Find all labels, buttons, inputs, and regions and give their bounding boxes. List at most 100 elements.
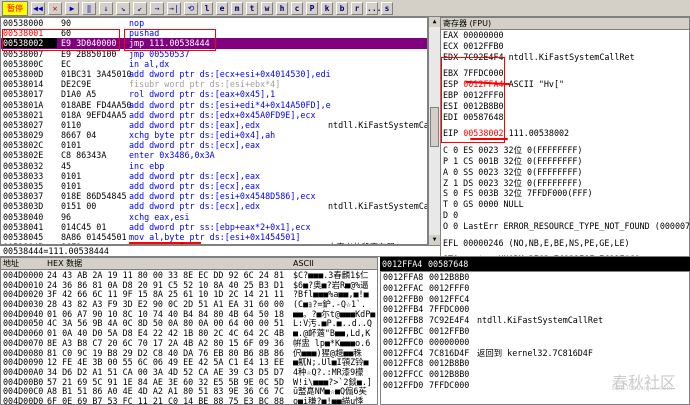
dump-row[interactable]: 004D00D0 6F 0E 69 B7 53 FC 11 21 C0 14 BE…: [1, 396, 377, 404]
stack-row[interactable]: 0012FFA8 0012B8B0: [381, 272, 689, 283]
register-value[interactable]: 00000000: [463, 30, 503, 40]
toolbar-letter-button-7[interactable]: P: [306, 1, 318, 15]
dump-row[interactable]: 004D0050 4C 3A 56 9B 4A 0C 8D 50 0A 80 0A…: [1, 318, 377, 328]
disasm-row[interactable]: 00538037 018E 86D54845 add dword ptr ds:[e…: [1, 191, 427, 201]
dump-row[interactable]: 004D0010 24 36 86 81 0A D8 20 91 C5 52 10…: [1, 280, 377, 290]
disasm-row[interactable]: 0053800D 01BC31 3A45010 add dword ptr ds:[…: [1, 69, 427, 79]
toolbar-letter-button-6[interactable]: c: [291, 1, 303, 15]
flag-segment-row[interactable]: C 0 ES 0023 32位 0(FFFFFFFF): [441, 145, 689, 156]
disasm-row[interactable]: 00538032 45 inc ebp: [1, 161, 427, 171]
hex-dump-pane[interactable]: 地址 HEX 数据 ASCII 004D0000 24 43 AB 2A 19 1…: [0, 257, 378, 405]
stack-row[interactable]: 0012FFB0 0012FFC4: [381, 294, 689, 305]
disasm-row[interactable]: 0053803D 0151 00 add dword ptr ds:[ecx],ed…: [1, 201, 427, 211]
toolbar-letter-button-0[interactable]: l: [201, 1, 213, 15]
scroll-down-icon[interactable]: ▼: [429, 235, 440, 245]
dump-row[interactable]: 004D00C0 A8 B1 51 86 A0 4E 4D A2 A1 80 51…: [1, 386, 377, 396]
stack-row[interactable]: 0012FFB8 7C92E4F4 ntdll.KiFastSystemCallRe…: [381, 315, 689, 326]
toolbar-letter-button-12[interactable]: s: [381, 1, 393, 15]
stack-address: 0012FFBC: [383, 325, 424, 336]
dump-address: 004D00A0: [3, 366, 44, 377]
disasm-row[interactable]: 0053802C 0101 add dword ptr ds:[ecx],eax: [1, 140, 427, 150]
toolbar-letter-button-10[interactable]: r: [351, 1, 363, 15]
stack-row[interactable]: 0012FFC8 0012B8B0: [381, 358, 689, 369]
dump-row[interactable]: 004D0000 24 43 AB 2A 19 11 80 00 33 8E EC…: [1, 270, 377, 280]
register-ecx[interactable]: ECX 0012FFB0: [441, 41, 689, 52]
disasm-instruction: add dword ptr ds:[ecx],eax: [129, 181, 261, 191]
stack-address: 0012FFAC: [383, 282, 424, 293]
toolbar-button-0[interactable]: ◀◀: [31, 1, 45, 15]
stack-row[interactable]: 0012FFC0 00000000: [381, 337, 689, 348]
disasm-row[interactable]: 0053800C EC in al,dx: [1, 59, 427, 69]
toolbar-button-2[interactable]: ▶: [65, 1, 79, 15]
dump-row[interactable]: 004D0020 3F 42 66 6C 11 9F 15 8A 25 61 10…: [1, 289, 377, 299]
flag-segment-row[interactable]: A 0 SS 0023 32位 0(FFFFFFFF): [441, 167, 689, 178]
disasm-row[interactable]: 00538029 8667 04 xchg byte ptr ds:[edi+0x4…: [1, 130, 427, 140]
disassembly-pane[interactable]: 00538000 90 nop 00538001 60 pushad 00538002 E9 …: [0, 17, 428, 245]
disasm-address: 00538000: [3, 18, 44, 28]
dump-row[interactable]: 004D0090 12 FE 4E 3B 00 55 6C 06 49 EE 42…: [1, 357, 377, 367]
dump-row[interactable]: 004D0080 81 C0 9C 19 B8 29 D2 C8 40 DA 76…: [1, 348, 377, 358]
dump-row[interactable]: 004D0040 01 06 A7 90 10 8C 10 74 40 B4 84…: [1, 309, 377, 319]
dump-header-address[interactable]: 地址: [3, 258, 19, 269]
toolbar-button-1[interactable]: ✕: [48, 1, 62, 15]
toolbar-letter-button-9[interactable]: b: [336, 1, 348, 15]
disasm-row[interactable]: 0053802E C8 86343A enter 0x3486,0x3A: [1, 150, 427, 160]
dump-ascii: $C?■■■.3春麟1$仁: [293, 270, 369, 280]
toolbar-letter-button-5[interactable]: h: [276, 1, 288, 15]
stack-row[interactable]: 0012FFAC 0012FFF0: [381, 283, 689, 294]
toolbar-letter-button-11[interactable]: ...: [366, 1, 381, 15]
disasm-row[interactable]: 00538000 90 nop: [1, 18, 427, 28]
register-name: ECX: [443, 40, 459, 51]
toolbar-button-7[interactable]: →: [150, 1, 164, 15]
register-comment: ASCII "Hv[": [508, 79, 565, 90]
disasm-row[interactable]: 00538017 D1A0 A5 rol dword ptr ds:[eax+0x4…: [1, 89, 427, 99]
dump-hex-bytes: 57 21 69 5C 91 1E 84 AE 3E 60 32 E5 5B 9…: [47, 376, 284, 387]
dump-row[interactable]: 004D0070 8E A3 B8 C7 20 6C 70 17 2A 4B A2…: [1, 338, 377, 348]
flag-segment-row[interactable]: P 1 CS 001B 32位 0(FFFFFFFF): [441, 156, 689, 167]
flag-segment-row[interactable]: D 0: [441, 210, 689, 221]
disasm-row[interactable]: 00538035 0101 add dword ptr ds:[ecx],eax: [1, 181, 427, 191]
disasm-row[interactable]: 00538041 014C45 01 add dword ptr ss:[ebp+e…: [1, 222, 427, 232]
disasm-row[interactable]: 0053801A 018ABE FD4AA50 add dword ptr ds:[…: [1, 100, 427, 110]
flag-segment-row[interactable]: O 0 LastErr ERROR_RESOURCE_TYPE_NOT_FOUN…: [441, 221, 689, 232]
toolbar-letter-button-8[interactable]: k: [321, 1, 333, 15]
disasm-hex-bytes: 0110: [61, 119, 82, 130]
disasm-row[interactable]: 00538021 018A 9EFD4AA5 add dword ptr ds:[e…: [1, 110, 427, 120]
dump-row[interactable]: 004D0030 28 43 82 A3 F9 3D E2 90 0C 2D 51…: [1, 299, 377, 309]
toolbar-button-3[interactable]: ‖: [82, 1, 96, 15]
flag-segment-row[interactable]: Z 1 DS 0023 32位 0(FFFFFFFF): [441, 178, 689, 189]
toolbar-letter-button-3[interactable]: t: [246, 1, 258, 15]
stack-top-row[interactable]: 0012FFA4 00587648: [380, 257, 690, 271]
disasm-row[interactable]: 00538014 DE2C9E fisubr word ptr ds:[esi+eb…: [1, 79, 427, 89]
register-comment: ntdll.KiFastSystemCallRet: [508, 51, 635, 62]
flag-segment-row[interactable]: S 0 FS 003B 32位 7FFDF000(FFF): [441, 188, 689, 199]
stack-row[interactable]: 0012FFBC 0012FFB0: [381, 326, 689, 337]
scroll-thumb[interactable]: [430, 107, 439, 147]
stack-row[interactable]: 0012FFB4 7FFDC000: [381, 304, 689, 315]
toolbar-button-9[interactable]: ⟲: [184, 1, 198, 15]
stack-row[interactable]: 0012FFC4 7C816D4F 返回到 kernel32.7C816D4F: [381, 348, 689, 359]
toolbar-button-5[interactable]: ↘: [116, 1, 130, 15]
dump-header-ascii[interactable]: ASCII: [293, 258, 314, 269]
toolbar-button-6[interactable]: ↙: [133, 1, 147, 15]
disasm-row[interactable]: 00538045 8A86 01454501 mov al,byte ptr ds:…: [1, 232, 427, 242]
scroll-up-icon[interactable]: ▲: [429, 17, 440, 27]
register-value[interactable]: 0012FFB0: [463, 41, 503, 51]
dump-row[interactable]: 004D00A0 34 D6 D2 A1 51 CA 00 3A 4D 52 CA…: [1, 367, 377, 377]
disasm-row[interactable]: 00538040 96 xchg eax,esi: [1, 212, 427, 222]
disasm-instruction: add dword ptr ds:[esi+edi*4+0x14A50FD],e: [129, 99, 331, 110]
dump-row[interactable]: 004D00B0 57 21 69 5C 91 1E 84 AE 3E 60 32…: [1, 377, 377, 387]
toolbar-letter-button-2[interactable]: m: [231, 1, 243, 15]
toolbar-button-8[interactable]: →|: [167, 1, 181, 15]
toolbar-letter-button-1[interactable]: e: [216, 1, 228, 15]
toolbar-letter-button-4[interactable]: w: [261, 1, 273, 15]
toolbar-button-4[interactable]: ↓: [99, 1, 113, 15]
dump-row[interactable]: 004D0060 01 0A 40 D0 5A D8 E4 22 42 1B 80…: [1, 328, 377, 338]
register-eax[interactable]: EAX 00000000: [441, 30, 689, 41]
disasm-row[interactable]: 00538027 0110 add dword ptr ds:[eax],edx nt…: [1, 120, 427, 130]
eflags-row[interactable]: EFL 00000246 (NO,NB,E,BE,NS,PE,GE,LE): [441, 238, 689, 249]
disassembly-scrollbar[interactable]: ▲ ▼: [428, 17, 440, 245]
disasm-row[interactable]: 00538033 0101 add dword ptr ds:[ecx],eax: [1, 171, 427, 181]
flag-segment-row[interactable]: T 0 GS 0000 NULL: [441, 199, 689, 210]
dump-header-hex[interactable]: HEX 数据: [47, 258, 82, 269]
